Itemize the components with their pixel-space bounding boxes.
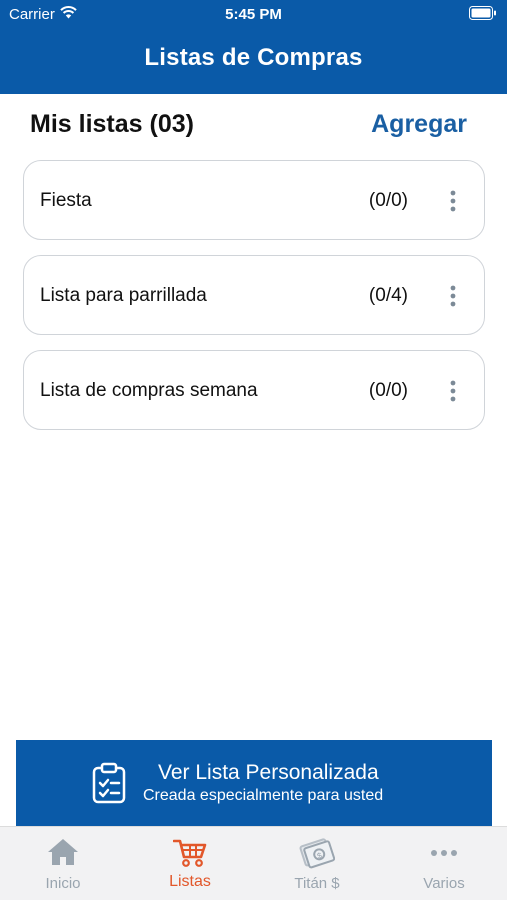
battery-icon — [469, 6, 497, 24]
banner-subtitle: Creada especialmente para usted — [143, 787, 384, 804]
tab-titan[interactable]: $ Titán $ — [254, 827, 380, 900]
list-name: Lista de compras semana — [40, 380, 258, 401]
list-item[interactable]: Lista para parrillada (0/4) — [23, 255, 485, 335]
app-header: Carrier 5:45 PM Listas de Compras — [0, 0, 507, 94]
list-item-count: (0/0) — [368, 380, 408, 401]
list-item-count: (0/4) — [368, 285, 408, 306]
list-item[interactable]: Lista de compras semana (0/0) — [23, 350, 485, 430]
lists-header: Mis listas (03) Agregar — [30, 108, 467, 140]
tab-listas[interactable]: Listas — [127, 827, 253, 900]
shopping-lists: Fiesta (0/0) Lista para parrillada (0/4)… — [23, 160, 485, 445]
list-item-count: (0/0) — [368, 190, 408, 211]
more-icon — [381, 838, 507, 866]
home-icon — [0, 838, 126, 866]
money-icon: $ — [254, 838, 380, 870]
cart-icon — [127, 838, 253, 868]
tab-varios[interactable]: Varios — [381, 827, 507, 900]
page-title: Listas de Compras — [144, 44, 363, 71]
banner-title: Ver Lista Personalizada — [158, 761, 379, 784]
tab-bar: Inicio Listas $ Titán $ Varios — [0, 826, 507, 900]
lists-count-title: Mis listas (03) — [30, 110, 194, 138]
list-name: Fiesta — [40, 190, 92, 211]
more-vertical-icon[interactable] — [442, 282, 464, 310]
tab-label: Listas — [169, 873, 211, 890]
clipboard-check-icon — [92, 762, 126, 809]
tab-inicio[interactable]: Inicio — [0, 827, 126, 900]
tab-label: Varios — [423, 875, 465, 892]
tab-label: Inicio — [45, 875, 81, 892]
list-item[interactable]: Fiesta (0/0) — [23, 160, 485, 240]
personalized-list-banner[interactable]: Ver Lista Personalizada Creada especialm… — [16, 740, 492, 826]
status-bar: Carrier 5:45 PM — [0, 0, 507, 28]
clock: 5:45 PM — [225, 6, 282, 23]
list-name: Lista para parrillada — [40, 285, 207, 306]
more-vertical-icon[interactable] — [442, 377, 464, 405]
tab-label: Titán $ — [294, 875, 340, 892]
more-vertical-icon[interactable] — [442, 187, 464, 215]
add-list-button[interactable]: Agregar — [371, 110, 467, 139]
